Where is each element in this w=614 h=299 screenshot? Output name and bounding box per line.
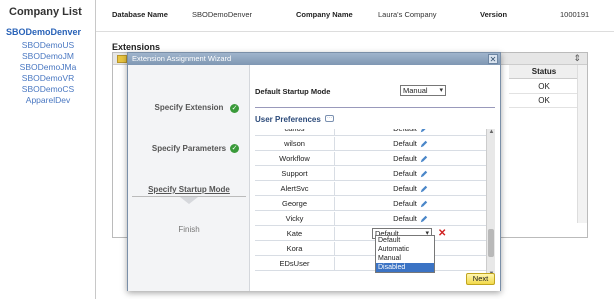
- user-row: EDsUser: [255, 257, 486, 271]
- user-row: Kate Default ▾ ✕: [255, 227, 486, 241]
- default-startup-mode-select[interactable]: Manual ▾: [400, 85, 446, 96]
- next-button[interactable]: Next: [466, 273, 495, 285]
- startup-value-text: Default: [393, 214, 417, 223]
- step-specify-startup-mode: Specify Startup Mode: [128, 185, 250, 194]
- sort-icon[interactable]: ⇕: [573, 53, 581, 64]
- grid-scrollbar[interactable]: ▲ ▼: [486, 129, 495, 277]
- extensions-title: Extensions: [112, 42, 161, 52]
- pencil-icon[interactable]: [420, 200, 428, 208]
- user-preferences-title: User Preferences: [255, 115, 321, 124]
- company-header: Database Name SBODemoDenver Company Name…: [96, 0, 614, 32]
- version-value: 1000191: [560, 10, 590, 19]
- user-row: Workflow Default: [255, 152, 486, 166]
- select-value: Manual: [403, 86, 428, 95]
- user-startup-value[interactable]: Default: [335, 182, 486, 196]
- company-name-label: Company Name: [296, 10, 353, 19]
- user-row: Vicky Default: [255, 212, 486, 226]
- step-label: Specify Startup Mode: [148, 185, 230, 194]
- startup-value-text: Default: [393, 199, 417, 208]
- scroll-up-icon[interactable]: ▲: [487, 129, 496, 135]
- user-name: Vicky: [255, 212, 335, 226]
- status-cell: OK: [509, 80, 579, 94]
- user-name: carlos: [255, 129, 335, 136]
- pencil-icon[interactable]: [420, 215, 428, 223]
- user-preferences-grid: carlos Default wilson Default Workflow Defaul…: [255, 129, 486, 277]
- startup-value-text: Default: [393, 184, 417, 193]
- user-name: EDsUser: [255, 257, 335, 271]
- default-startup-mode-label: Default Startup Mode: [255, 87, 331, 96]
- current-step-pointer: [180, 197, 198, 204]
- user-name: wilson: [255, 137, 335, 151]
- startup-value-text: Default: [393, 139, 417, 148]
- user-startup-value[interactable]: Default: [335, 137, 486, 151]
- version-label: Version: [480, 10, 508, 19]
- user-row: carlos Default: [255, 129, 486, 136]
- pencil-icon[interactable]: [420, 170, 428, 178]
- step-finish: Finish: [128, 225, 250, 234]
- chevron-down-icon: ▾: [439, 87, 443, 94]
- user-name: Workflow: [255, 152, 335, 166]
- dropdown-option[interactable]: Disabled: [376, 263, 434, 272]
- user-name: Kate: [255, 227, 335, 241]
- dropdown-option[interactable]: Default: [376, 236, 434, 245]
- wizard-title-bar: Extension Assignment Wizard ✕: [128, 53, 500, 65]
- user-row: Support Default: [255, 167, 486, 181]
- startup-value-text: Default: [393, 169, 417, 178]
- company-item[interactable]: SBODemoJM: [0, 51, 96, 62]
- extension-assignment-wizard: Extension Assignment Wizard ✕ Specify Ex…: [127, 52, 501, 291]
- remove-icon[interactable]: ✕: [438, 229, 446, 239]
- user-row: AlertSvc Default: [255, 182, 486, 196]
- user-startup-value[interactable]: Default: [335, 152, 486, 166]
- company-item[interactable]: SBODemoJMa: [0, 62, 96, 73]
- kate-startup-dropdown-list[interactable]: Default Automatic Manual Disabled: [375, 235, 435, 273]
- close-icon[interactable]: ✕: [488, 54, 498, 64]
- check-circle-icon: ✓: [230, 104, 239, 113]
- user-name: Kora: [255, 242, 335, 256]
- pencil-icon[interactable]: [420, 140, 428, 148]
- company-name-value: Laura's Company: [378, 10, 437, 19]
- company-item[interactable]: ApparelDev: [0, 95, 96, 106]
- company-list: SBODemoUS SBODemoJM SBODemoJMa SBODemoVR…: [0, 40, 96, 106]
- section-divider: [255, 107, 495, 108]
- startup-value-text: Default: [393, 129, 417, 133]
- user-startup-value[interactable]: Default: [335, 129, 486, 136]
- scroll-thumb[interactable]: [488, 229, 494, 257]
- info-icon[interactable]: ···: [325, 115, 334, 122]
- user-startup-value[interactable]: Default: [335, 212, 486, 226]
- folder-icon[interactable]: [117, 55, 127, 63]
- company-sidebar: Company List SBODemoDenver SBODemoUS SBO…: [0, 0, 96, 299]
- user-row: George Default: [255, 197, 486, 211]
- database-name-value: SBODemoDenver: [192, 10, 253, 19]
- dropdown-option[interactable]: Manual: [376, 254, 434, 263]
- company-item[interactable]: SBODemoCS: [0, 84, 96, 95]
- user-startup-value[interactable]: Default: [335, 197, 486, 211]
- step-label: Specify Extension: [154, 103, 224, 112]
- user-name: George: [255, 197, 335, 211]
- company-item[interactable]: SBODemoVR: [0, 73, 96, 84]
- extensions-scrollbar[interactable]: [577, 65, 587, 223]
- status-cell: OK: [509, 94, 579, 108]
- user-name: Support: [255, 167, 335, 181]
- company-item[interactable]: SBODemoUS: [0, 40, 96, 51]
- check-circle-icon: ✓: [230, 144, 239, 153]
- step-label: Specify Parameters: [151, 144, 227, 153]
- user-name: AlertSvc: [255, 182, 335, 196]
- company-active[interactable]: SBODemoDenver: [6, 27, 81, 37]
- dropdown-option[interactable]: Automatic: [376, 245, 434, 254]
- pencil-icon[interactable]: [420, 155, 428, 163]
- status-column-header[interactable]: Status: [509, 65, 579, 79]
- pencil-icon[interactable]: [420, 185, 428, 193]
- user-row: wilson Default: [255, 137, 486, 151]
- step-label: Finish: [178, 225, 200, 234]
- wizard-steps: Specify Extension ✓ Specify Parameters ✓…: [128, 65, 250, 291]
- user-startup-value[interactable]: Default: [335, 167, 486, 181]
- company-list-title: Company List: [9, 6, 82, 18]
- pencil-icon[interactable]: [420, 129, 428, 133]
- database-name-label: Database Name: [112, 10, 168, 19]
- startup-value-text: Default: [393, 154, 417, 163]
- wizard-title: Extension Assignment Wizard: [132, 54, 232, 63]
- user-row: Kora: [255, 242, 486, 256]
